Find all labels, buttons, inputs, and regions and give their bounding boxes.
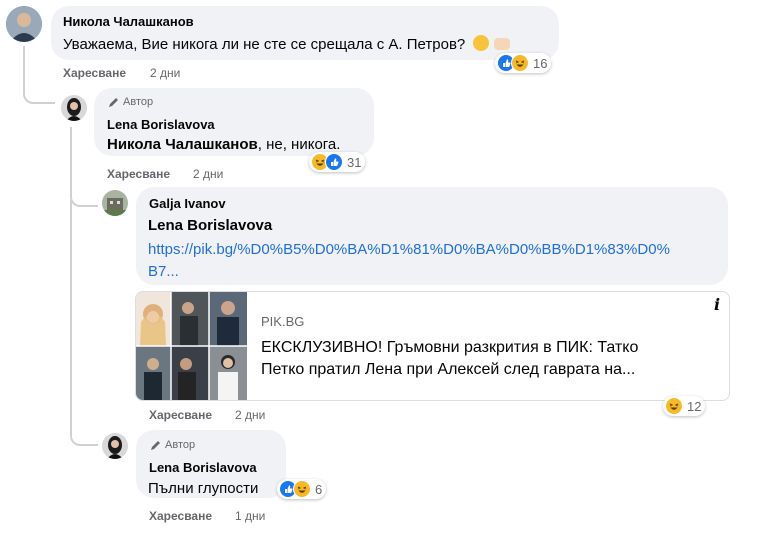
reaction-count: 31 xyxy=(347,154,362,170)
link-preview-card[interactable]: PIK.BG ЕКСКЛУЗИВНО! Гръмовни разкрития в… xyxy=(135,291,730,401)
news-collage-image xyxy=(136,292,247,400)
thread-line-1 xyxy=(23,46,55,104)
reaction-count: 16 xyxy=(533,55,548,71)
mention-link[interactable]: Lena Borislavova xyxy=(148,217,272,234)
like-button[interactable]: Харесване xyxy=(107,167,170,181)
person-photo-icon xyxy=(6,6,42,42)
info-button[interactable]: i xyxy=(705,292,729,316)
like-reaction-icon xyxy=(325,153,343,171)
avatar-nikola[interactable] xyxy=(6,6,42,42)
mention-text: Lena Borislavova xyxy=(148,217,273,234)
comment-text-body: , не, никога. xyxy=(257,136,341,153)
person-photo-icon xyxy=(102,433,128,459)
haha-reaction-icon xyxy=(665,397,683,415)
comment-text: Пълни глупости xyxy=(148,480,259,497)
like-button[interactable]: Харесване xyxy=(149,509,212,523)
reaction-badge[interactable]: 6 xyxy=(277,479,327,499)
avatar-galja[interactable] xyxy=(102,190,128,216)
preview-title-line1: ЕКСКЛУЗИВНО! Гръмовни разкрития в ПИК: Т… xyxy=(261,339,639,356)
comment-author[interactable]: Lena Borislavova xyxy=(149,460,257,475)
hand-emoji-icon xyxy=(493,38,510,50)
info-icon: i xyxy=(713,294,721,314)
url-link-line1[interactable]: https://pik.bg/%D0%B5%D0%BA%D1%81%D0%BA%… xyxy=(148,241,670,258)
like-button[interactable]: Харесване xyxy=(63,66,126,80)
comment-timestamp[interactable]: 1 дни xyxy=(235,509,265,523)
thread-line-3 xyxy=(70,200,98,446)
author-tag: Автор xyxy=(108,96,153,108)
reaction-count: 6 xyxy=(315,481,323,497)
haha-reaction-icon xyxy=(293,480,311,498)
reaction-count: 12 xyxy=(687,398,702,414)
pen-icon xyxy=(151,440,160,450)
reaction-badge[interactable]: 31 xyxy=(309,152,366,172)
author-tag: Автор xyxy=(150,439,195,451)
person-photo-icon xyxy=(61,95,87,121)
comment-text-body: Уважаема, Вие никога ли не сте се срещал… xyxy=(63,36,466,53)
avatar-lena[interactable] xyxy=(102,433,128,459)
comment-author[interactable]: Galja Ivanov xyxy=(149,196,226,211)
building-photo-icon xyxy=(102,190,128,216)
reaction-badge[interactable]: 12 xyxy=(663,396,706,416)
comment-text: Никола Чалашканов, не, никога. xyxy=(107,136,340,153)
avatar-lena[interactable] xyxy=(61,95,87,121)
thinking-emoji-icon xyxy=(473,35,490,51)
reaction-badge[interactable]: 16 xyxy=(495,53,552,73)
haha-reaction-icon xyxy=(511,54,529,72)
comment-text: Уважаема, Вие никога ли не сте се срещал… xyxy=(63,35,510,53)
author-tag-label: Автор xyxy=(165,439,196,451)
mention-link[interactable]: Никола Чалашканов xyxy=(107,136,258,153)
comment-timestamp[interactable]: 2 дни xyxy=(193,167,223,181)
pen-icon xyxy=(109,97,118,107)
preview-title-line2: Петко пратил Лена при Алексей след гавра… xyxy=(261,361,636,378)
comment-author[interactable]: Никола Чалашканов xyxy=(63,14,194,29)
comment-timestamp[interactable]: 2 дни xyxy=(235,408,265,422)
url-link-line2[interactable]: B7... xyxy=(148,263,179,280)
comment-timestamp[interactable]: 2 дни xyxy=(150,66,180,80)
like-button[interactable]: Харесване xyxy=(149,408,212,422)
preview-thumbnail xyxy=(136,292,247,400)
comment-author[interactable]: Lena Borislavova xyxy=(107,117,215,132)
preview-domain: PIK.BG xyxy=(261,314,305,329)
author-tag-label: Автор xyxy=(123,96,154,108)
